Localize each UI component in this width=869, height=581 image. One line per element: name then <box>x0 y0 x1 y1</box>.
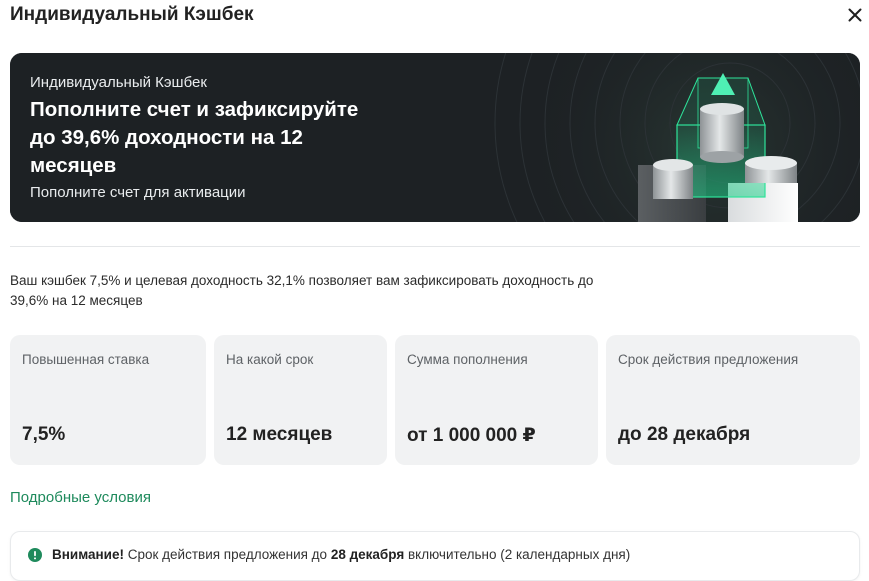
banner-subtitle: Пополните счет для активации <box>30 184 246 201</box>
banner-headline: Пополните счет и зафиксируйте до 39,6% д… <box>30 98 359 177</box>
card-validity: Срок действия предложения до 28 декабря <box>606 335 860 465</box>
alert-icon <box>28 548 42 562</box>
banner-eyebrow: Индивидуальный Кэшбек <box>30 74 207 91</box>
notice-banner: Внимание! Срок действия предложения до 2… <box>10 531 860 581</box>
promo-banner: Индивидуальный Кэшбек Пополните счет и з… <box>10 53 860 222</box>
card-value: от 1 000 000 ₽ <box>407 425 536 446</box>
notice-date: 28 декабря <box>330 547 405 562</box>
card-label: Повышенная ставка <box>22 352 150 367</box>
notice-text: Внимание! Срок действия предложения до 2… <box>52 547 630 562</box>
details-link[interactable]: Подробные условия <box>10 489 151 506</box>
close-icon <box>848 8 862 22</box>
divider <box>10 246 860 247</box>
card-label: Срок действия предложения <box>618 352 799 367</box>
dialog-title: Индивидуальный Кэшбек <box>10 4 254 25</box>
notice-text-part: Срок действия предложения до <box>123 547 331 562</box>
close-button[interactable] <box>844 4 866 26</box>
card-label: Сумма пополнения <box>407 352 528 367</box>
notice-prefix: Внимание! <box>52 547 124 562</box>
card-value: 7,5% <box>22 424 66 445</box>
card-amount: Сумма пополнения от 1 000 000 ₽ <box>395 335 598 465</box>
card-label: На какой срок <box>226 352 314 367</box>
card-value: до 28 декабря <box>618 424 751 445</box>
notice-text-part: включительно (2 календарных дня) <box>404 547 631 562</box>
offer-description: Ваш кэшбек 7,5% и целевая доходность 32,… <box>10 273 594 308</box>
card-value: 12 месяцев <box>226 424 333 445</box>
card-rate: Повышенная ставка 7,5% <box>10 335 206 465</box>
card-term: На какой срок 12 месяцев <box>214 335 387 465</box>
